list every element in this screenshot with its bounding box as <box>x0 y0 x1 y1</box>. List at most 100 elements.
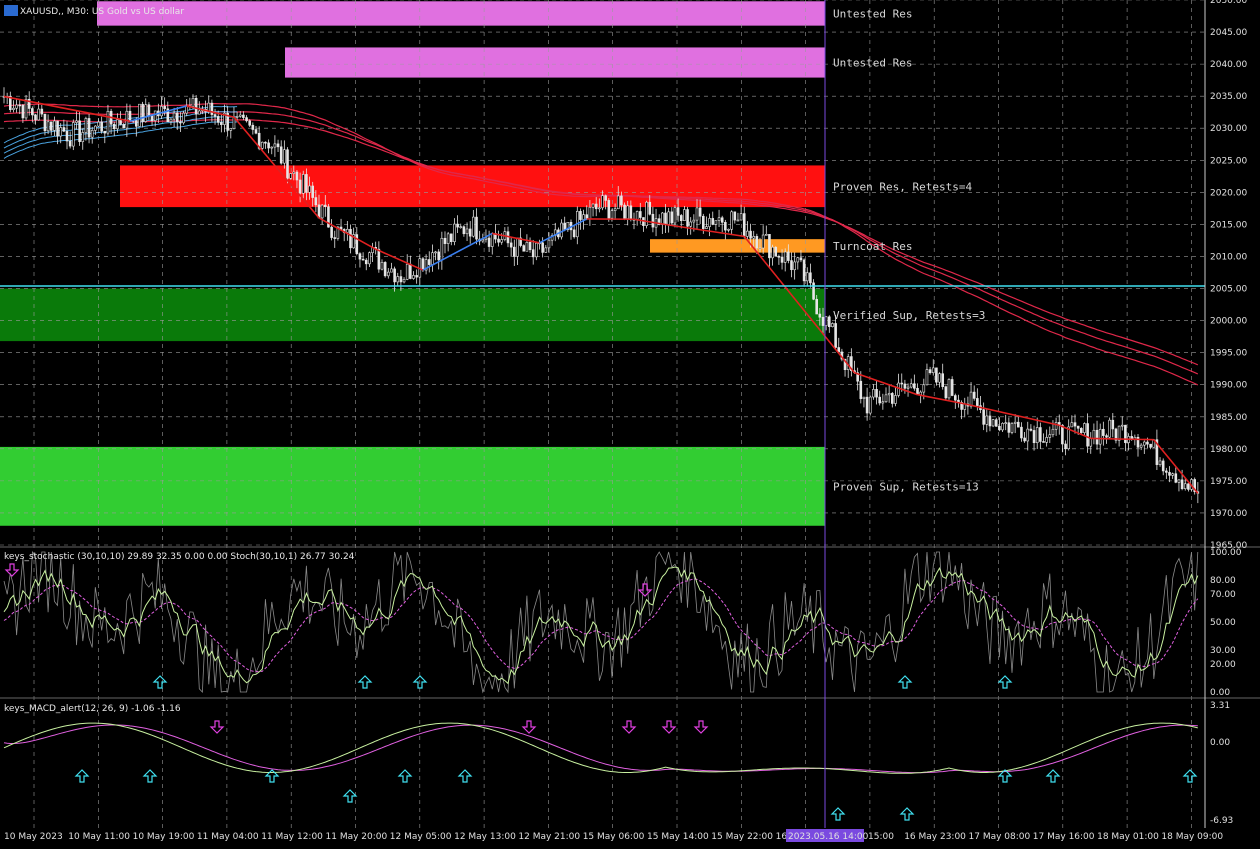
zone-label: Untested Res <box>833 7 912 20</box>
price-tick-label: 2025.00 <box>1210 156 1247 166</box>
candle-body <box>560 222 563 238</box>
candle-body <box>616 195 620 210</box>
candle-body <box>402 279 406 283</box>
candle-body <box>749 230 752 239</box>
zone-rect <box>0 446 825 526</box>
price-tick-label: 1985.00 <box>1210 413 1247 423</box>
candle-body <box>43 113 47 132</box>
candle-body <box>972 391 976 399</box>
candle-body <box>827 316 831 328</box>
candle-body <box>629 205 633 220</box>
candle-body <box>768 234 771 259</box>
candle-body <box>1105 435 1108 438</box>
candle-body <box>449 233 453 243</box>
candle-body <box>1073 422 1077 427</box>
candle-body <box>377 248 381 270</box>
candle-body <box>62 127 66 132</box>
candle-body <box>925 369 929 386</box>
candle-body <box>1139 444 1143 448</box>
candle-body <box>248 120 251 126</box>
candle-body <box>153 110 157 121</box>
candle-body <box>295 171 299 181</box>
zone-rect <box>0 288 825 342</box>
candle-body <box>736 219 740 222</box>
candle-body <box>87 118 91 138</box>
candle-body <box>670 211 674 224</box>
price-tick-label: 1980.00 <box>1210 445 1247 455</box>
candle-body <box>468 228 472 237</box>
candle-body <box>613 208 617 211</box>
zone-rect <box>120 165 825 208</box>
candle-body <box>969 391 973 407</box>
candle-body <box>1048 434 1052 438</box>
candle-body <box>251 124 255 130</box>
candle-body <box>103 130 107 134</box>
candle-body <box>53 120 56 131</box>
candle-body <box>1076 425 1080 429</box>
candle-body <box>638 211 642 218</box>
time-tick-label: 11 May 20:00 <box>326 832 388 842</box>
candle-body <box>308 185 311 193</box>
candle-body <box>683 209 686 221</box>
candle-body <box>531 249 535 258</box>
time-tick-label: 15 May 06:00 <box>583 832 645 842</box>
candle-body <box>742 213 746 237</box>
candle-body <box>582 214 585 220</box>
candle-body <box>305 174 308 193</box>
macd-tick-label: 3.31 <box>1210 701 1230 711</box>
candle-body <box>591 203 595 208</box>
candle-body <box>541 242 544 253</box>
candle-body <box>301 174 305 194</box>
candle-body <box>913 383 916 389</box>
candle-body <box>862 396 866 399</box>
candle-body <box>358 253 362 260</box>
time-tick-label: 12 May 21:00 <box>518 832 580 842</box>
candle-body <box>198 110 201 115</box>
candle-body <box>40 108 44 115</box>
candle-body <box>333 237 337 239</box>
candle-body <box>490 233 494 247</box>
candle-body <box>805 272 809 282</box>
candle-body <box>673 207 677 224</box>
candle-body <box>314 197 318 206</box>
time-tick-label: 10 May 11:00 <box>68 832 130 842</box>
candle-body <box>191 97 195 107</box>
candle-body <box>128 110 132 122</box>
candle-body <box>141 103 144 122</box>
candle-body <box>525 242 529 252</box>
candle-body <box>868 396 872 414</box>
candle-body <box>386 271 390 277</box>
candle-body <box>1070 422 1074 428</box>
candle-body <box>884 394 888 403</box>
candle-body <box>12 107 15 110</box>
price-tick-label: 2000.00 <box>1210 317 1247 327</box>
candle-body <box>802 259 806 282</box>
candle-body <box>1042 441 1045 443</box>
time-tick-label: 18 May 01:00 <box>1097 832 1159 842</box>
candle-body <box>409 263 412 279</box>
candle-body <box>746 230 749 237</box>
candle-body <box>456 223 459 228</box>
candle-body <box>780 256 784 263</box>
candle-body <box>676 207 680 216</box>
candle-body <box>1095 429 1099 445</box>
chart-canvas[interactable]: Untested Res Untested Res Proven Res, Rete… <box>0 0 1260 849</box>
candle-body <box>56 120 59 137</box>
candle-body <box>59 127 63 137</box>
candle-body <box>661 212 664 225</box>
candle-body <box>364 259 368 265</box>
candle-body <box>579 211 582 220</box>
candle-body <box>368 252 371 265</box>
candle-body <box>771 246 774 259</box>
candle-body <box>1039 427 1042 442</box>
candle-body <box>509 242 513 248</box>
candle-body <box>245 117 248 122</box>
candle-body <box>1004 422 1008 425</box>
chart-type-icon[interactable] <box>4 5 18 16</box>
candle-body <box>909 383 913 388</box>
candle-body <box>931 367 935 374</box>
candle-body <box>815 298 819 315</box>
candle-body <box>985 415 989 425</box>
price-tick-label: 1975.00 <box>1210 477 1247 487</box>
candle-body <box>49 121 53 131</box>
